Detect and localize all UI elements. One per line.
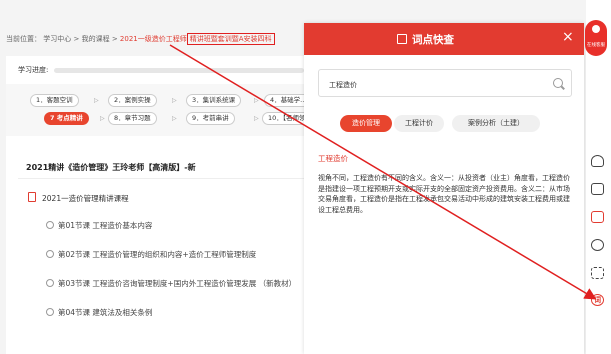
breadcrumb-item-my-courses[interactable]: 我的课程 xyxy=(82,35,110,43)
term-definition: 视角不同，工程造价有不同的含义。含义一：从投资者（业主）角度看，工程造价是指建设… xyxy=(318,174,570,214)
progress-bar xyxy=(54,68,304,73)
headset-icon[interactable] xyxy=(591,155,604,167)
page: 当前位置： 学习中心 > 我的课程 > 2021一级造价工程师 精讲班暨套训暨A安… xyxy=(0,0,611,354)
lesson-item[interactable]: 第04节课 建筑法及相关条例 xyxy=(58,307,152,318)
play-icon xyxy=(46,221,54,229)
arrow-icon: ▷ xyxy=(254,97,259,104)
step-7[interactable]: 7 考点精讲 xyxy=(44,112,89,125)
search-input[interactable]: 工程造价 xyxy=(318,69,572,97)
step-7-label: 考点精讲 xyxy=(56,114,83,122)
step-7-number: 7 xyxy=(50,114,55,122)
play-icon xyxy=(46,250,54,258)
term-title: 工程造价 xyxy=(318,154,348,163)
breadcrumb-separator: > xyxy=(111,35,118,43)
highlight-box: 精讲班暨套训暨A安装四科 xyxy=(186,33,275,45)
step-9[interactable]: 9．考前串讲 xyxy=(186,112,235,125)
search-icon[interactable] xyxy=(553,78,563,88)
apps-icon[interactable] xyxy=(591,267,604,279)
term-lookup-panel: 词点快查 × 工程造价 造价管理 工程计价 案例分析（土建） 工程造价 视角不同… xyxy=(304,23,584,354)
lesson-item[interactable]: 第02节课 工程造价管理的组织和内容+造价工程师管理制度 xyxy=(58,249,256,260)
breadcrumb-item-learning-center[interactable]: 学习中心 xyxy=(43,35,71,43)
progress-label: 学习进度: xyxy=(18,66,49,74)
arrow-icon: ▷ xyxy=(172,97,177,104)
course-main: 学习进度: 1．客题空训 ▷ 2．案例实操 ▷ 3．集训系统课 ▷ 4．基础学.… xyxy=(6,56,318,354)
document-icon xyxy=(28,192,36,202)
online-service-button[interactable]: 在线客服 xyxy=(585,20,607,56)
dictionary-char: 词 xyxy=(594,296,601,304)
divider xyxy=(18,178,308,179)
lesson-item[interactable]: 第01节课 工程造价基本内容 xyxy=(58,220,152,231)
arrow-icon: ▷ xyxy=(172,115,177,122)
printer-icon[interactable] xyxy=(591,211,604,223)
tab-case-analysis[interactable]: 案例分析（土建） xyxy=(452,115,540,132)
step-8[interactable]: 8．章节习题 xyxy=(108,112,157,125)
step-1[interactable]: 1．客题空训 xyxy=(30,94,79,107)
online-service-label: 在线客服 xyxy=(587,43,605,48)
service-icon xyxy=(592,25,600,33)
arrow-icon: ▷ xyxy=(94,97,99,104)
panel-header: 词点快查 × xyxy=(304,23,584,55)
course-title: 2021精讲《造价管理》王玲老师【高清版】-新 xyxy=(26,163,196,172)
close-icon[interactable]: × xyxy=(562,30,574,44)
card-icon[interactable] xyxy=(591,183,604,195)
search-value: 工程造价 xyxy=(329,81,357,89)
arrow-icon: ▷ xyxy=(254,115,259,122)
book-icon xyxy=(397,34,407,44)
play-icon xyxy=(46,279,54,287)
breadcrumb-current-tail: 精讲班暨套训暨A安装四科 xyxy=(189,35,272,43)
breadcrumb-current-head: 2021一级造价工程师 xyxy=(119,35,187,43)
lesson-item[interactable]: 第03节课 工程造价咨询管理制度+国内外工程造价管理发展 （新教材） xyxy=(58,278,296,289)
breadcrumb: 当前位置： 学习中心 > 我的课程 > 2021一级造价工程师 精讲班暨套训暨A安… xyxy=(6,33,275,45)
panel-title: 词点快查 xyxy=(412,34,454,46)
tab-engineering-pricing[interactable]: 工程计价 xyxy=(394,115,444,132)
chapter-title[interactable]: 2021一造价管理精讲课程 xyxy=(42,193,129,204)
step-nav: 1．客题空训 ▷ 2．案例实操 ▷ 3．集训系统课 ▷ 4．基础学... 7 考… xyxy=(6,84,318,136)
play-icon xyxy=(46,308,54,316)
breadcrumb-current: 2021一级造价工程师 精讲班暨套训暨A安装四科 xyxy=(119,33,275,45)
breadcrumb-separator: > xyxy=(73,35,80,43)
tab-cost-management[interactable]: 造价管理 xyxy=(340,115,392,132)
chat-icon[interactable] xyxy=(591,239,604,251)
breadcrumb-prefix: 当前位置： xyxy=(6,35,41,43)
step-2[interactable]: 2．案例实操 xyxy=(108,94,157,107)
arrow-icon: ▷ xyxy=(100,115,105,122)
step-3[interactable]: 3．集训系统课 xyxy=(186,94,242,107)
dictionary-icon[interactable]: 词 xyxy=(591,294,604,306)
